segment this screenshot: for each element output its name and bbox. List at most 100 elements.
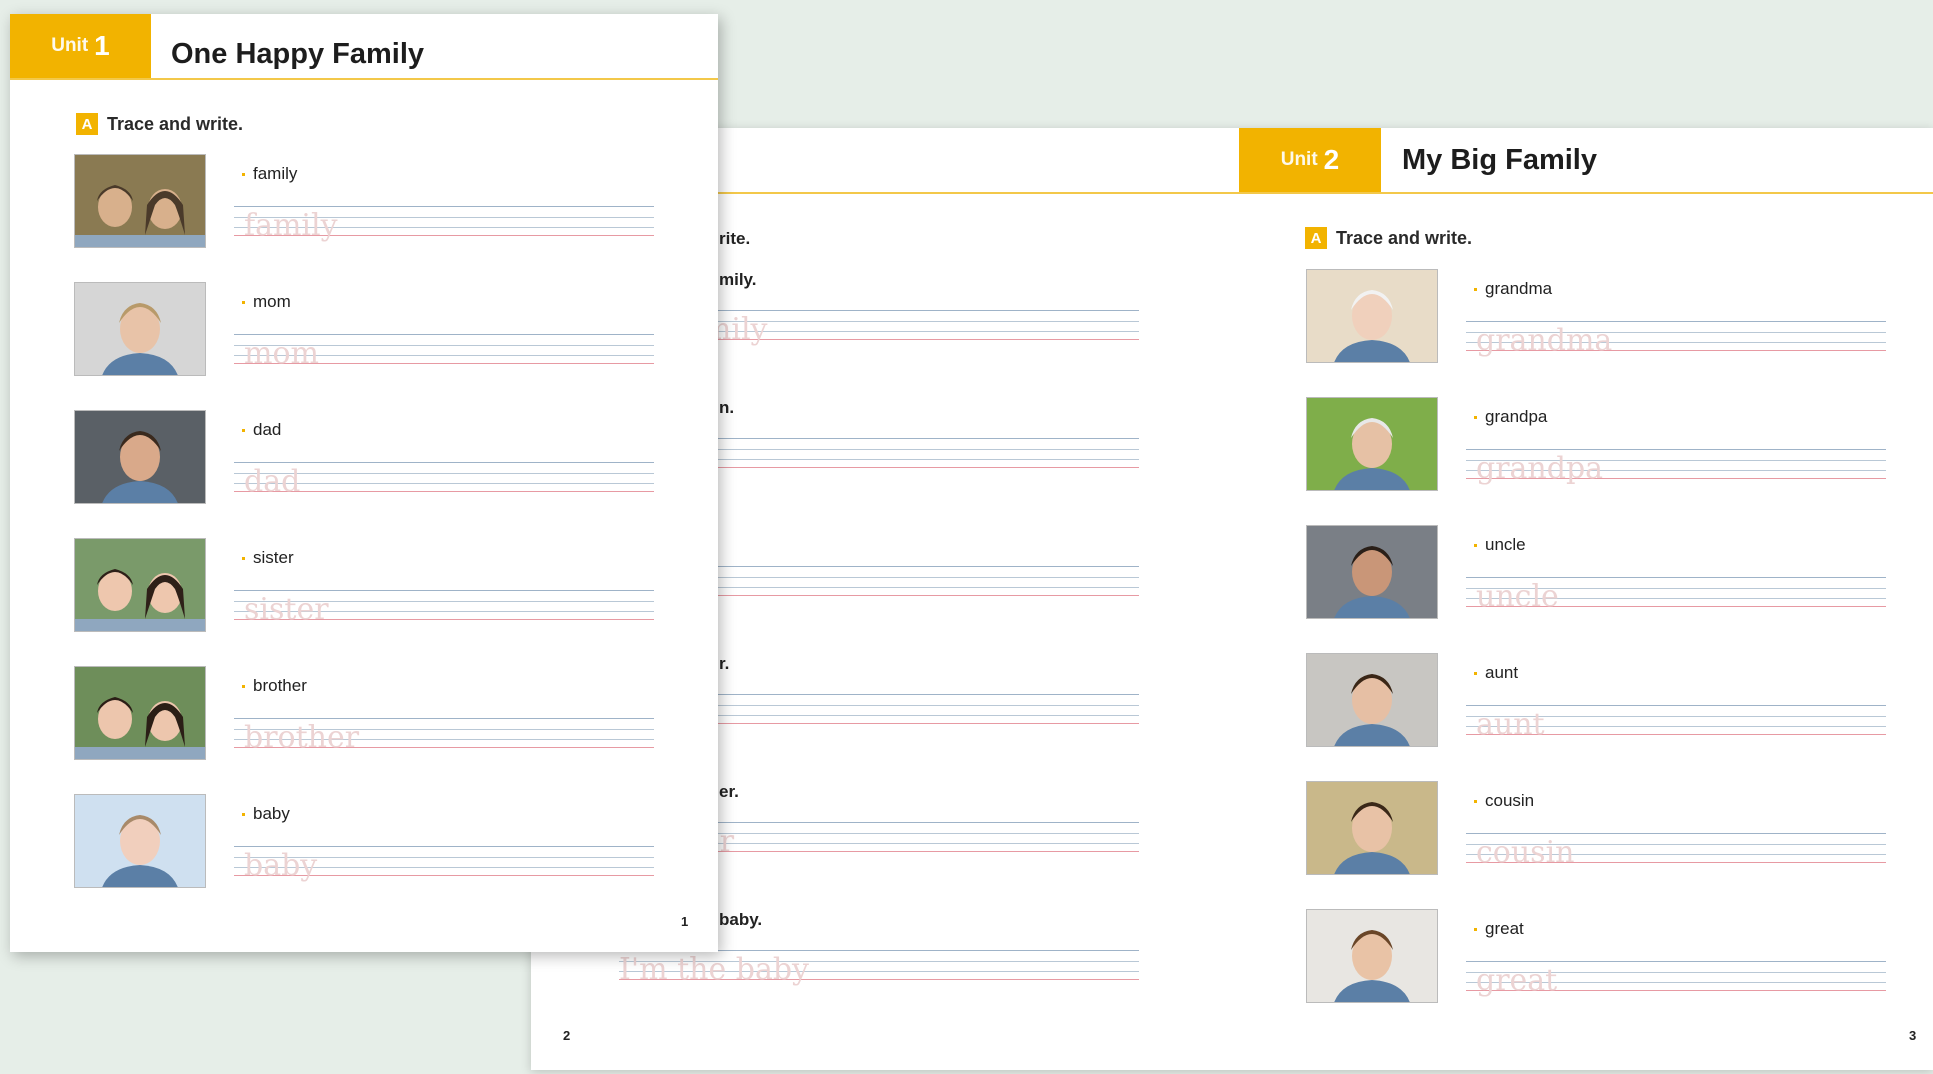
sentence-fragment: baby.	[719, 910, 763, 929]
vocab-word: family	[242, 164, 297, 184]
trace-word: grandma	[1476, 323, 1613, 358]
trace-word: dad	[244, 464, 301, 499]
vocab-word: dad	[242, 420, 281, 440]
sentence-fragment: mily.	[719, 270, 757, 289]
bullet-icon	[242, 557, 245, 561]
guide-line	[1466, 321, 1886, 322]
trace-word: family	[244, 208, 338, 243]
bullet-icon	[1474, 672, 1477, 676]
unit-number: 2	[1323, 144, 1340, 175]
page-title: My Big Family	[1402, 144, 1597, 176]
vocab-word-text: sister	[253, 548, 294, 567]
workbook-page-1: Unit 1 One Happy Family A Trace and writ…	[10, 14, 718, 952]
guide-line	[234, 462, 654, 463]
bullet-icon	[1474, 800, 1477, 804]
mom-photo-icon	[74, 282, 206, 376]
handwriting-guide-lines[interactable]: aunt	[1466, 705, 1886, 742]
vocab-word: aunt	[1474, 663, 1518, 683]
guide-line	[1466, 577, 1886, 578]
handwriting-guide-lines[interactable]: brother	[234, 718, 654, 755]
handwriting-guide-lines[interactable]: dad	[234, 462, 654, 499]
handwriting-guide-lines[interactable]: I'm the baby	[619, 950, 1139, 987]
handwriting-guide-lines[interactable]: uncle	[1466, 577, 1886, 614]
sentence-fragment: er.	[719, 782, 739, 801]
vocab-word: mom	[242, 292, 291, 312]
trace-word: uncle	[1476, 579, 1559, 614]
grandma-photo-icon	[1306, 269, 1438, 363]
vocab-word-text: brother	[253, 676, 307, 695]
bullet-icon	[1474, 928, 1477, 932]
page-number-2: 2	[563, 1028, 571, 1043]
unit-tab: Unit 2	[1239, 128, 1381, 192]
handwriting-guide-lines[interactable]: sister	[234, 590, 654, 627]
vocab-word: cousin	[1474, 791, 1534, 811]
bullet-icon	[1474, 416, 1477, 420]
handwriting-guide-lines[interactable]: grandpa	[1466, 449, 1886, 486]
sentence-fragment: n.	[719, 398, 735, 417]
sentence-fragment: r.	[719, 654, 730, 673]
header-rule	[10, 78, 718, 80]
vocab-word: grandma	[1474, 279, 1552, 299]
vocab-word-text: family	[253, 164, 298, 183]
handwriting-guide-lines[interactable]: grandma	[1466, 321, 1886, 358]
guide-line	[1466, 961, 1886, 962]
family-photo-icon	[74, 154, 206, 248]
trace-word: sister	[244, 592, 329, 627]
trace-word: cousin	[1476, 835, 1575, 870]
handwriting-guide-lines[interactable]: mom	[234, 334, 654, 371]
trace-word: grandpa	[1476, 451, 1604, 486]
trace-sentence: I'm the baby	[619, 952, 809, 987]
page-number-1: 1	[681, 914, 689, 929]
handwriting-guide-lines[interactable]: family	[234, 206, 654, 243]
page-number-3: 3	[1909, 1028, 1917, 1043]
unit-tab: Unit 1	[10, 14, 151, 78]
section-instruction: Trace and write.	[107, 113, 244, 134]
unit-number: 1	[94, 30, 110, 61]
vocab-word-text: baby	[253, 804, 290, 823]
guide-line	[234, 206, 654, 207]
cousin-photo-icon	[1306, 781, 1438, 875]
vocab-word: sister	[242, 548, 294, 568]
guide-line	[1466, 833, 1886, 834]
uncle-photo-icon	[1306, 525, 1438, 619]
guide-line	[1466, 705, 1886, 706]
vocab-word: uncle	[1474, 535, 1526, 555]
bullet-icon	[242, 173, 245, 177]
trace-word: mom	[244, 336, 319, 371]
vocab-word-text: great	[1485, 919, 1524, 938]
section-letter-badge: A	[76, 113, 98, 135]
handwriting-guide-lines[interactable]: baby	[234, 846, 654, 883]
bullet-icon	[242, 685, 245, 689]
vocab-word-text: mom	[253, 292, 291, 311]
vocab-word: great	[1474, 919, 1524, 939]
vocab-word-text: grandma	[1485, 279, 1553, 298]
baby-photo-icon	[74, 794, 206, 888]
section-heading: A Trace and write.	[76, 113, 243, 135]
handwriting-guide-lines[interactable]: cousin	[1466, 833, 1886, 870]
vocab-word: brother	[242, 676, 307, 696]
great-photo-icon	[1306, 909, 1438, 1003]
unit-label: Unit	[51, 35, 89, 56]
vocab-word-text: aunt	[1485, 663, 1519, 682]
unit-label: Unit	[1280, 149, 1318, 170]
brother-photo-icon	[74, 666, 206, 760]
workbook-spread-pages-2-3: rite. mily.my familyn.momdadr.sisterer.b…	[531, 128, 1933, 1070]
page-title: One Happy Family	[171, 38, 425, 70]
handwriting-guide-lines[interactable]: great	[1466, 961, 1886, 998]
header-rule	[531, 192, 1933, 194]
guide-line	[234, 590, 654, 591]
bullet-icon	[1474, 544, 1477, 548]
trace-word: baby	[244, 848, 318, 883]
bullet-icon	[242, 429, 245, 433]
section-heading: A Trace and write.	[1305, 227, 1472, 249]
vocab-word: baby	[242, 804, 290, 824]
vocab-word-text: grandpa	[1485, 407, 1548, 426]
vocab-word-text: uncle	[1485, 535, 1526, 554]
bullet-icon	[242, 301, 245, 305]
guide-line	[234, 846, 654, 847]
vocab-word: grandpa	[1474, 407, 1547, 427]
bullet-icon	[1474, 288, 1477, 292]
vocab-word-text: dad	[253, 420, 282, 439]
aunt-photo-icon	[1306, 653, 1438, 747]
sister-photo-icon	[74, 538, 206, 632]
